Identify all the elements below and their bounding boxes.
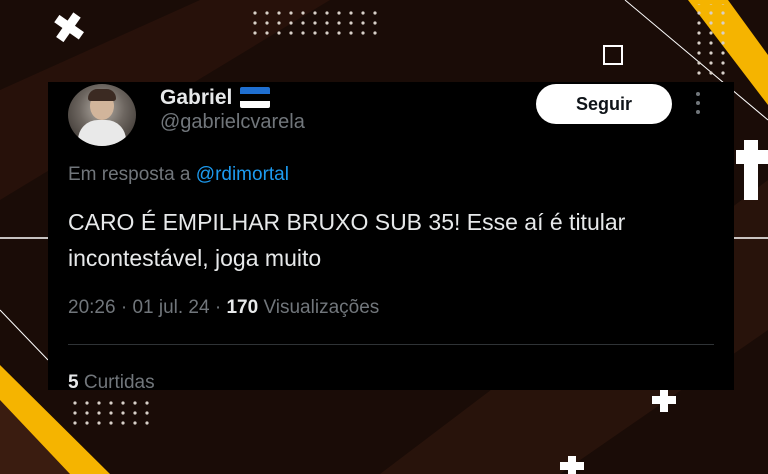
tweet-text-line-1: CARO É EMPILHAR BRUXO SUB 35! Esse aí é … [68, 209, 626, 235]
likes-stat[interactable]: 5 Curtidas [68, 372, 155, 390]
reply-context: Em resposta a @rdimortal [68, 164, 289, 186]
estonia-flag-icon [240, 87, 270, 108]
views-count: 170 [226, 297, 259, 318]
tweet-time[interactable]: 20:26 [68, 297, 116, 318]
divider [68, 344, 714, 345]
tweet-meta: 20:26 · 01 jul. 24 · 170 Visualizações [68, 297, 379, 319]
likes-label: Curtidas [83, 372, 155, 390]
likes-count: 5 [68, 372, 79, 390]
follow-button[interactable]: Seguir [536, 84, 672, 124]
tweet-card: Gabriel @gabrielcvarela Seguir Em respos… [48, 82, 734, 390]
reply-prefix: Em resposta a [68, 164, 191, 185]
more-options-icon[interactable] [694, 92, 704, 120]
meta-separator: · [120, 297, 128, 318]
meta-separator: · [214, 297, 222, 318]
display-name[interactable]: Gabriel [160, 86, 232, 110]
tweet-text: CARO É EMPILHAR BRUXO SUB 35! Esse aí é … [68, 204, 708, 276]
tweet-date[interactable]: 01 jul. 24 [132, 297, 209, 318]
avatar[interactable] [68, 84, 136, 146]
views-label: Visualizações [263, 297, 380, 318]
tweet-text-line-2: incontestável, joga muito [68, 245, 322, 271]
user-handle[interactable]: @gabrielcvarela [160, 111, 305, 134]
reply-to-link[interactable]: @rdimortal [196, 164, 289, 185]
